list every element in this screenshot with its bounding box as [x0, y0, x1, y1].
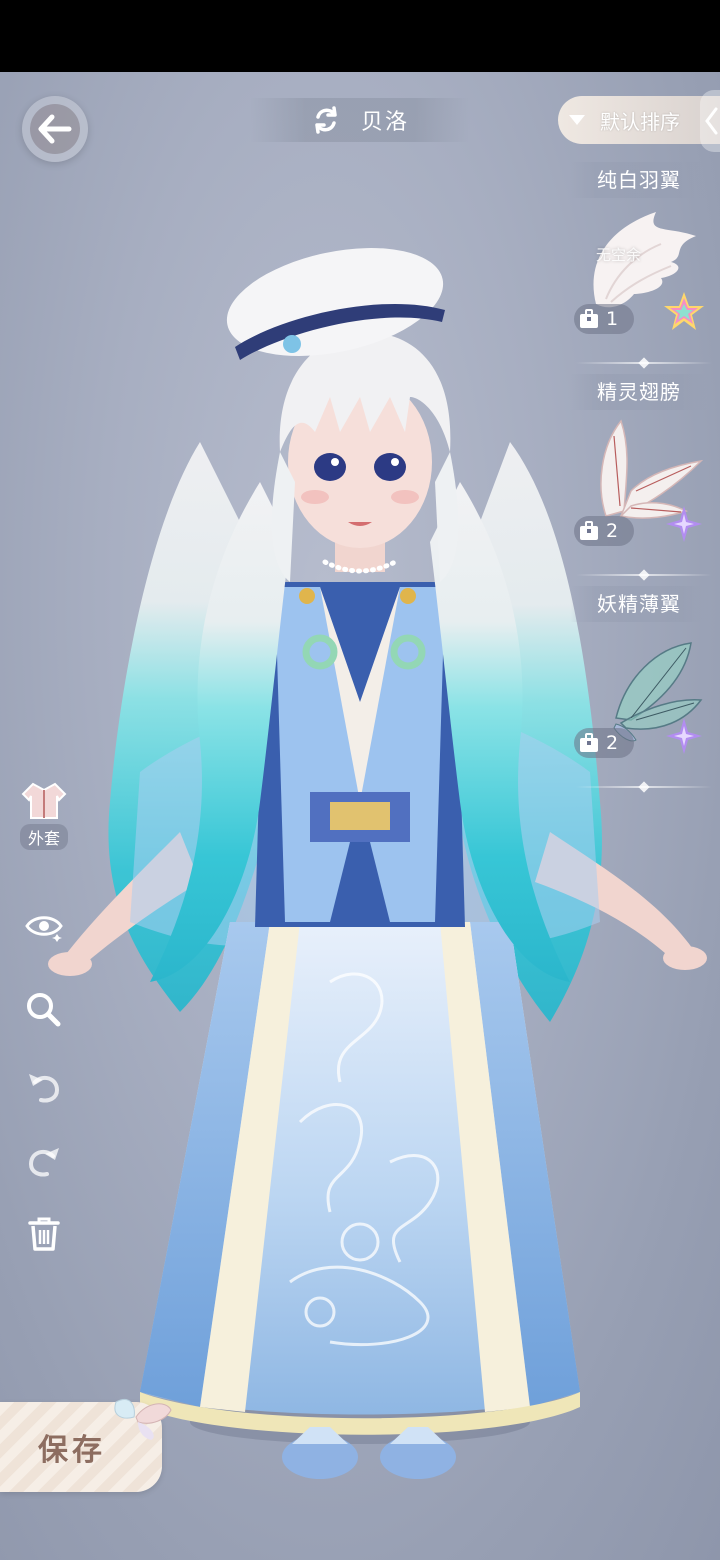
item-divider: [576, 362, 712, 364]
chevron-left-icon: [705, 107, 718, 135]
redo-icon: [28, 1148, 59, 1177]
dressing-room-scene: 贝洛 默认排序 纯白羽翼 无空余 1 精灵翅膀 2 妖精薄翼 2 外套 保存: [0, 72, 720, 1560]
wardrobe-icon: [580, 733, 598, 752]
dropdown-triangle-icon: [569, 115, 585, 125]
visibility-button[interactable]: [14, 910, 74, 942]
wardrobe-icon: [580, 521, 598, 540]
zoom-button[interactable]: [14, 990, 74, 1028]
item-name: 妖精薄翼: [570, 586, 708, 622]
outerwear-label: 外套: [19, 824, 68, 850]
sort-label: 默认排序: [600, 109, 680, 134]
magnifier-icon: [27, 993, 61, 1027]
owned-count: 2: [606, 732, 619, 754]
list-item[interactable]: 精灵翅膀 2: [566, 370, 720, 582]
purple-star-icon: [666, 718, 702, 754]
character-name: 贝洛: [360, 110, 409, 135]
outerwear-icon: [21, 782, 67, 819]
outerwear-toggle[interactable]: 外套: [14, 780, 74, 850]
owned-count: 1: [606, 308, 619, 330]
item-list: 纯白羽翼 无空余 1 精灵翅膀 2 妖精薄翼 2: [566, 158, 720, 794]
rainbow-star-icon: [664, 292, 704, 330]
list-item[interactable]: 纯白羽翼 无空余 1: [566, 158, 720, 370]
redo-button[interactable]: [14, 1142, 74, 1178]
owned-count-badge: 2: [574, 516, 634, 546]
sort-dropdown[interactable]: 默认排序: [558, 96, 720, 144]
delete-button[interactable]: [14, 1216, 74, 1252]
item-divider: [576, 786, 712, 788]
back-button[interactable]: [22, 96, 88, 162]
eye-icon: [25, 916, 63, 942]
list-item[interactable]: 妖精薄翼 2: [566, 582, 720, 794]
purple-star-icon: [666, 506, 702, 542]
owned-count-badge: 2: [574, 728, 634, 758]
undo-button[interactable]: [14, 1068, 74, 1104]
owned-count: 2: [606, 520, 619, 542]
no-space-tag: 无空余: [596, 246, 642, 264]
trash-icon: [28, 1217, 60, 1251]
collapse-panel-tab[interactable]: [700, 90, 720, 152]
owned-count-badge: 1: [574, 304, 634, 334]
undo-icon: [29, 1074, 60, 1103]
item-divider: [576, 574, 712, 576]
back-arrow-icon: [30, 104, 80, 154]
character-switcher[interactable]: 贝洛: [250, 98, 470, 142]
wardrobe-icon: [580, 309, 598, 328]
switch-icon: [315, 106, 337, 134]
item-name: 精灵翅膀: [570, 374, 708, 410]
status-bar: [0, 0, 720, 72]
butterfly-decoration-icon: [114, 1399, 172, 1440]
item-name: 纯白羽翼: [570, 162, 708, 198]
